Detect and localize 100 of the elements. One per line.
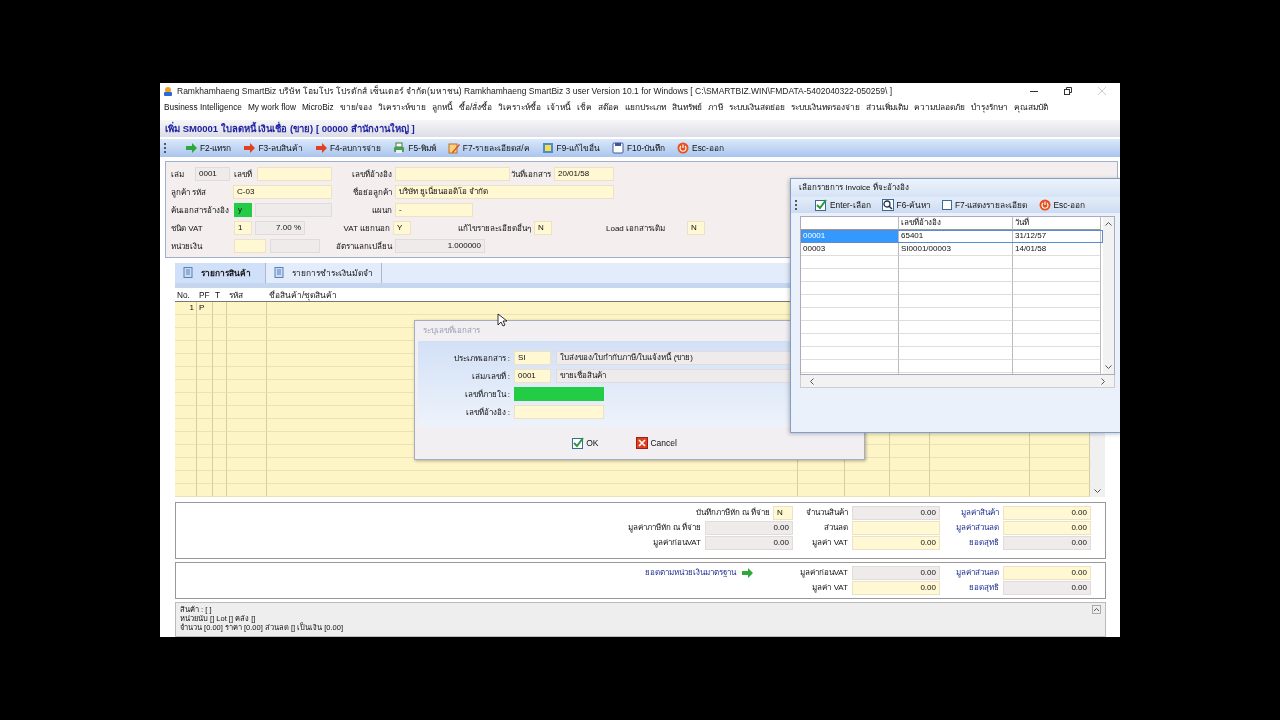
pencil-icon (447, 142, 460, 154)
menu-item[interactable]: ส่วนเพิ่มเติม (866, 99, 909, 114)
tab[interactable]: รายการชำระเงินมัดจำ (266, 263, 382, 283)
table-cell (213, 471, 227, 484)
toolbar-button[interactable]: Esc-ออก (1037, 198, 1087, 212)
text-field[interactable] (514, 387, 604, 401)
table-cell (197, 367, 213, 380)
text-field[interactable]: 1 (234, 221, 252, 235)
text-field[interactable]: N (773, 505, 793, 520)
toolbar-button[interactable]: F7-แสดงรายละเอียด (941, 198, 1029, 212)
text-field[interactable]: 1.000000 (395, 239, 485, 253)
toolbar-button[interactable]: Esc-ออก (676, 141, 725, 155)
table-cell (197, 393, 213, 406)
column-header: PF (197, 289, 213, 302)
text-field[interactable]: C-03 (233, 185, 332, 199)
scrollbar[interactable] (1103, 217, 1114, 374)
menu-item[interactable]: แยกประเภท (625, 99, 667, 114)
table-cell (227, 471, 267, 484)
menu-item[interactable]: ความปลอดภัย (914, 99, 966, 114)
text-field[interactable]: - (395, 203, 473, 217)
menu-item[interactable]: My work flow (247, 101, 296, 112)
table-cell: 31/12/57 (1013, 230, 1101, 243)
menu-item[interactable]: ขาย/จอง (339, 99, 373, 114)
field-label: ยอดสุทธิ (969, 537, 999, 549)
table-row[interactable]: 00001 65401 31/12/57 (801, 230, 1103, 243)
text-field[interactable]: SI (514, 351, 551, 365)
menu-item[interactable]: ซื้อ/สั่งซื้อ (459, 99, 493, 114)
menu-item[interactable]: สต๊อค (598, 99, 620, 114)
text-field[interactable]: 0.00 (852, 565, 940, 580)
text-field[interactable]: 0.00 (852, 535, 940, 550)
text-field[interactable]: 7.00 % (255, 221, 305, 235)
table-row[interactable]: 00003 SI0001/00003 14/01/58 (801, 243, 1103, 256)
field-label: หน่วยเงิน (171, 240, 204, 253)
text-field[interactable]: 0.00 (705, 535, 793, 550)
tab[interactable]: รายการสินค้า (175, 263, 266, 283)
text-field[interactable]: 0.00 (852, 505, 940, 520)
table-cell (213, 380, 227, 393)
table-cell (175, 367, 197, 380)
checkbox[interactable] (942, 200, 953, 210)
text-field[interactable]: N (687, 221, 705, 235)
menu-item[interactable]: เช็ค (577, 99, 593, 114)
table-cell (213, 302, 227, 315)
text-field[interactable]: 0.00 (1003, 505, 1091, 520)
toolbar-button[interactable]: F7-รายละเอียดส/ค (446, 141, 531, 155)
table-cell (845, 484, 890, 497)
text-field[interactable]: Y (393, 221, 411, 235)
text-field[interactable]: 0001 (514, 369, 551, 383)
field-label: บันทึกภาษีหัก ณ ที่จ่าย (695, 506, 770, 519)
toolbar-button[interactable]: F4-ลบการจ่าย (313, 141, 383, 155)
menu-item[interactable]: ลูกหนี้ (432, 99, 454, 114)
text-field[interactable]: 0.00 (852, 580, 940, 595)
table-cell (197, 341, 213, 354)
field-label: มูลค่าก่อนVAT (652, 537, 701, 549)
table-cell (1030, 458, 1090, 471)
toolbar-button[interactable]: F10-บันทึก (611, 141, 667, 155)
text-field[interactable]: 20/01/58 (554, 167, 614, 181)
window-icon (541, 142, 554, 154)
text-field[interactable]: 0.00 (1003, 565, 1091, 580)
menu-item[interactable]: ภาษี (708, 99, 724, 114)
checkbox-tick-icon (815, 199, 827, 211)
menu-item[interactable]: Business Intelligence (164, 101, 242, 112)
text-field[interactable]: บริษัท ยูเนี่ยนออดิโอ จำกัด (395, 185, 614, 199)
menu-item[interactable]: คุณสมบัติ (1014, 99, 1049, 114)
dialog-button[interactable]: Cancel (634, 437, 679, 449)
field-label: ประเภทเอกสาร : (452, 352, 511, 365)
text-field[interactable]: 0.00 (1003, 535, 1091, 550)
menu-item[interactable]: วิเคราะห์ขาย (378, 99, 427, 114)
scrollbar[interactable] (800, 375, 1115, 388)
table-cell (197, 419, 213, 432)
text-field[interactable]: 0.00 (705, 520, 793, 535)
toolbar-button[interactable]: F6-ค้นหา (880, 198, 933, 212)
table-cell (213, 328, 227, 341)
text-field[interactable]: 0.00 (1003, 580, 1091, 595)
table-cell (213, 406, 227, 419)
menu-item[interactable]: บำรุงรักษา (971, 99, 1009, 114)
dialog-button[interactable]: OK (570, 437, 601, 449)
menu-item[interactable]: ระบบเงินสดย่อย (729, 99, 786, 114)
table-cell: 00003 (801, 243, 899, 256)
toolbar-button[interactable]: F2-แทรก (184, 141, 233, 155)
toolbar-button[interactable]: F3-ลบสินค้า (242, 141, 304, 155)
table-cell (197, 354, 213, 367)
menu-item[interactable]: MicroBiz (301, 101, 334, 112)
toolbar-button[interactable]: F5-พิมพ์ (392, 141, 437, 155)
menu-item[interactable]: ระบบเงินทดรองจ่าย (791, 99, 861, 114)
table-cell (175, 380, 197, 393)
toolbar-button[interactable]: F9-แก้ไขอื่น (540, 141, 602, 155)
table-cell (175, 484, 197, 497)
text-field[interactable]: 0001 (195, 167, 230, 181)
text-field[interactable]: N (534, 221, 552, 235)
field-label: มูลค่าก่อนVAT (799, 567, 848, 579)
menu-item[interactable]: สินทรัพย์ (672, 99, 703, 114)
text-field[interactable]: y (234, 203, 252, 217)
table-cell (213, 432, 227, 445)
text-field[interactable]: 0.00 (1003, 520, 1091, 535)
table-cell (227, 432, 267, 445)
toolbar-button[interactable]: Enter-เลือก (814, 198, 872, 212)
power-icon (677, 142, 690, 154)
menu-item[interactable]: วิเคราะห์ซื้อ (498, 99, 542, 114)
menu-item[interactable]: เจ้าหนี้ (547, 99, 572, 114)
link[interactable]: ยอดตามหน่วยเงินมาตรฐาน (645, 566, 736, 579)
